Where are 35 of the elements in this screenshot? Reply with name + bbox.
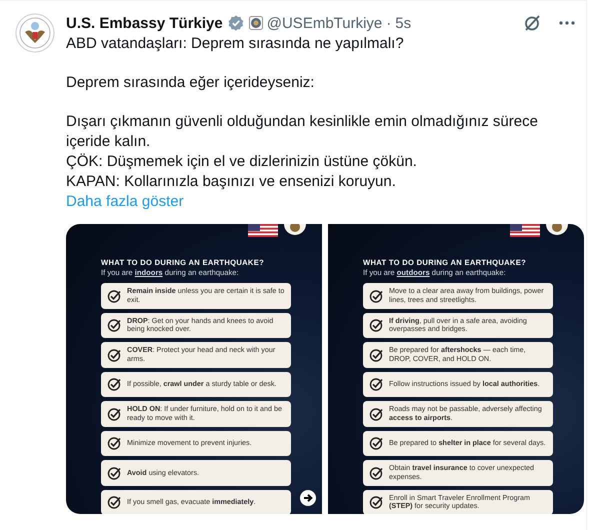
seal-icon	[15, 13, 55, 53]
check-circle-icon	[107, 406, 121, 421]
avatar[interactable]	[15, 13, 57, 55]
tweet-text: Dışarı çıkmanın güvenli olduğundan kesinlikle emin olmadığınız sürece içeride kalın.	[66, 112, 539, 152]
separator: ·	[386, 14, 392, 32]
tweet-text: Deprem sırasında eğer içerideyseniz:	[66, 73, 316, 93]
check-circle-icon	[107, 348, 121, 362]
check-circle-icon	[107, 466, 121, 480]
verified-badge-icon	[228, 15, 244, 31]
check-circle-icon	[369, 318, 383, 332]
check-circle-icon	[107, 318, 121, 332]
check-circle-icon	[369, 348, 383, 362]
check-circle-icon	[107, 377, 121, 392]
check-circle-icon	[369, 495, 383, 510]
author-name[interactable]: U.S. Embassy Türkiye	[66, 14, 223, 32]
tweet-text: ÇÖK: Düşmemek için el ve dizlerinizin üstüne çökün.	[66, 152, 418, 172]
check-circle-icon	[369, 466, 383, 480]
check-circle-icon	[107, 436, 121, 450]
seal-icon	[248, 16, 263, 30]
tweet-text: KAPAN: Kollarınızla başınızı ve ensenizi koruyun.	[66, 172, 397, 192]
check-circle-icon	[369, 288, 383, 303]
check-circle-icon	[369, 377, 383, 392]
check-circle-icon	[369, 406, 383, 421]
flag-icon	[248, 224, 278, 237]
infographic-card[interactable]	[66, 224, 322, 514]
flag-icon	[510, 224, 540, 237]
more-icon[interactable]	[558, 20, 576, 26]
check-circle-icon	[107, 495, 121, 510]
tweet-text: ABD vatandaşları: Deprem sırasında ne yapılmalı?	[66, 34, 405, 54]
check-circle-icon	[369, 436, 383, 450]
check-circle-icon	[107, 288, 121, 303]
user-handle[interactable]: @USEmbTurkiye	[266, 14, 382, 32]
timestamp[interactable]: 5s	[395, 14, 412, 32]
infographic-card[interactable]	[328, 224, 584, 514]
slashed-circle-icon[interactable]	[522, 13, 542, 33]
